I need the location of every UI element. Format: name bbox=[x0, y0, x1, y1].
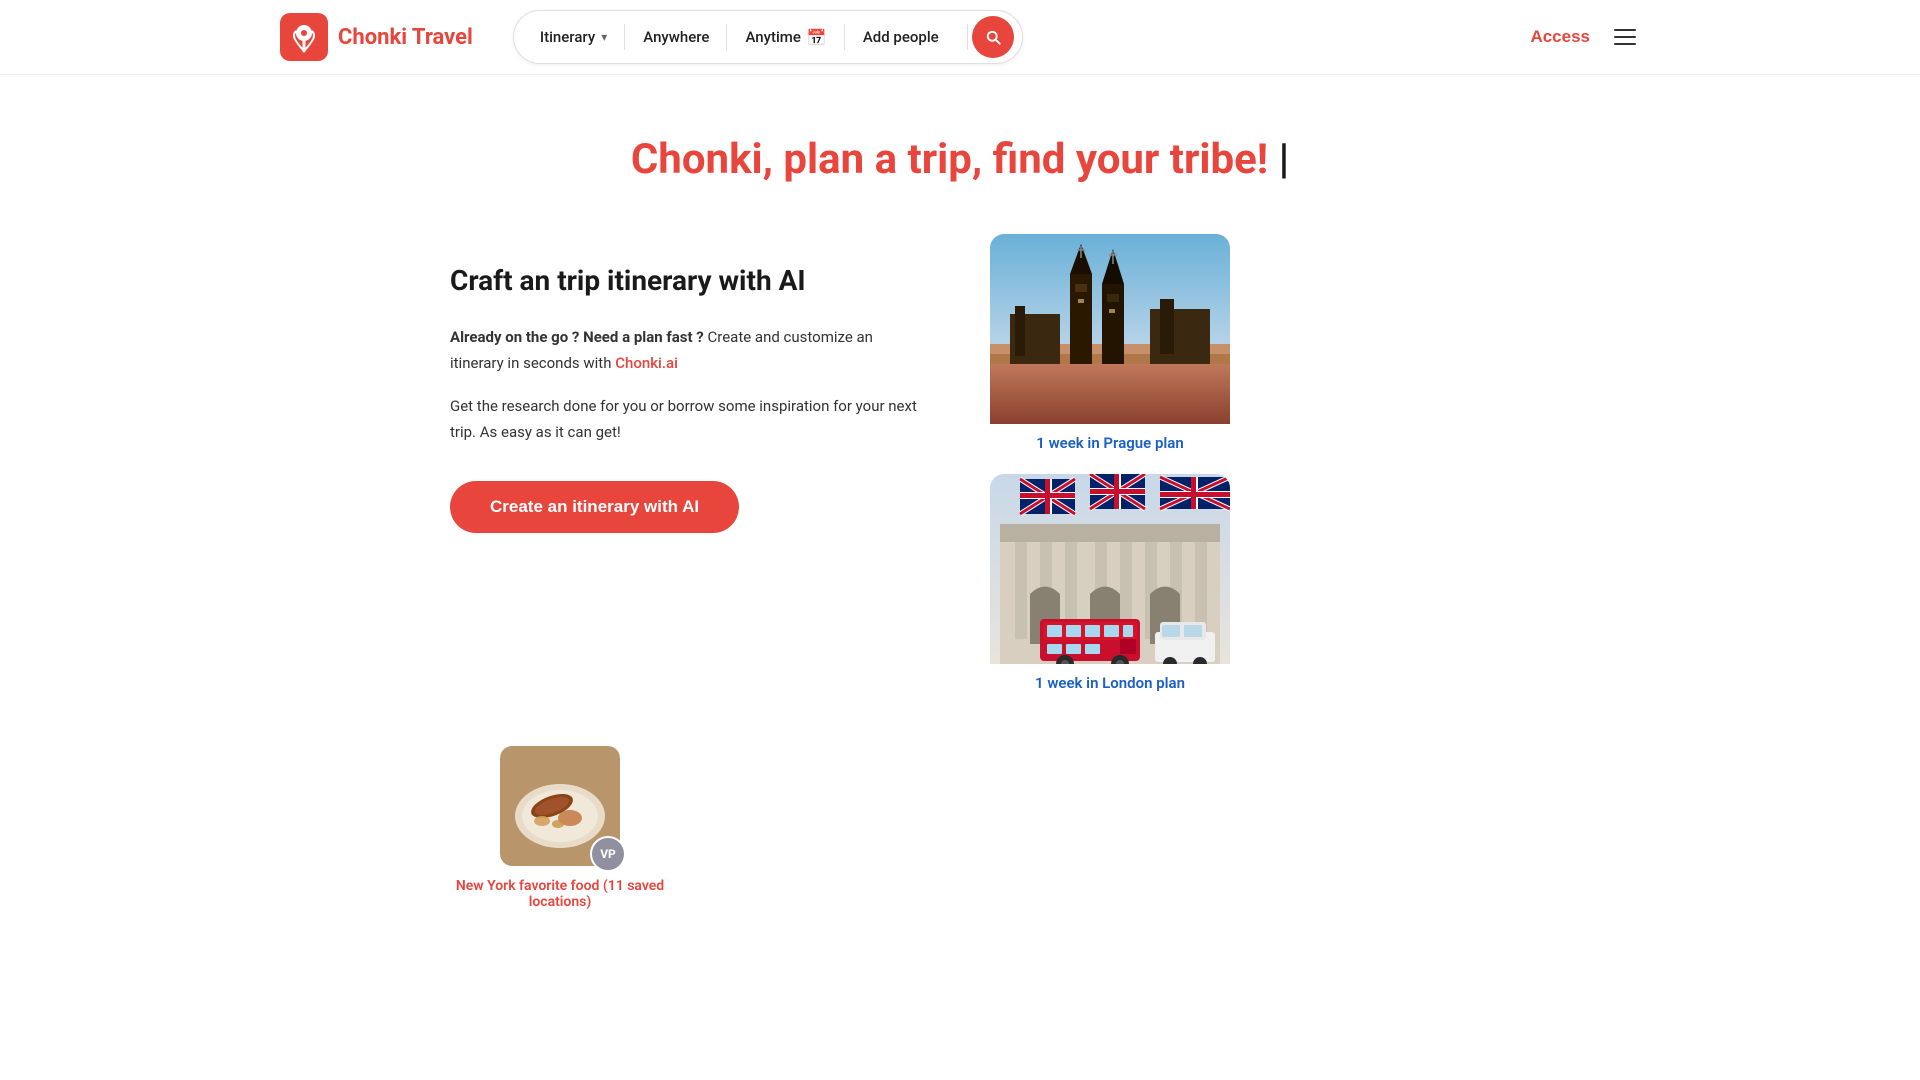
access-button[interactable]: Access bbox=[1530, 27, 1590, 47]
craft-desc-2: Get the research done for you or borrow … bbox=[450, 394, 930, 445]
hero-title-colored: plan a trip, find your tribe! bbox=[783, 135, 1268, 184]
anytime-segment[interactable]: Anytime 📅 bbox=[727, 11, 844, 63]
itinerary-label: Itinerary bbox=[540, 28, 595, 46]
london-label: 1 week in London plan bbox=[990, 664, 1230, 696]
search-icon bbox=[984, 28, 1002, 46]
bottom-section: VP New York favorite food (11 saved loca… bbox=[410, 746, 1510, 910]
menu-line-3 bbox=[1614, 43, 1636, 45]
food-card[interactable]: VP New York favorite food (11 saved loca… bbox=[450, 746, 670, 910]
search-button[interactable] bbox=[972, 16, 1014, 58]
add-people-segment[interactable]: Add people bbox=[845, 11, 968, 63]
prague-card[interactable]: 1 week in Prague plan bbox=[990, 234, 1230, 456]
menu-line-1 bbox=[1614, 29, 1636, 31]
craft-desc-1: Already on the go ? Need a plan fast ? C… bbox=[450, 325, 930, 376]
itinerary-segment[interactable]: Itinerary ▾ bbox=[522, 11, 625, 63]
prague-label: 1 week in Prague plan bbox=[990, 424, 1230, 456]
hero-title-static: Chonki, bbox=[631, 135, 773, 184]
hero-section: Chonki, plan a trip, find your tribe! | bbox=[0, 75, 1920, 204]
search-bar: Itinerary ▾ Anywhere Anytime 📅 Add peopl… bbox=[513, 10, 1023, 64]
hero-cursor: | bbox=[1279, 135, 1290, 184]
anywhere-label: Anywhere bbox=[643, 28, 709, 46]
craft-title: Craft an trip itinerary with AI bbox=[450, 264, 930, 297]
craft-desc-bold: Already on the go ? Need a plan fast ? bbox=[450, 328, 704, 346]
logo-text: Chonki Travel bbox=[338, 25, 473, 50]
create-itinerary-button[interactable]: Create an itinerary with AI bbox=[450, 481, 739, 533]
food-card-image-wrap: VP bbox=[500, 746, 620, 866]
chonki-link[interactable]: Chonki.ai bbox=[615, 354, 678, 372]
header-right: Access bbox=[1530, 25, 1640, 49]
anytime-label: Anytime bbox=[745, 28, 800, 46]
london-image bbox=[990, 474, 1230, 664]
logo-icon bbox=[280, 13, 328, 61]
left-panel: Craft an trip itinerary with AI Already … bbox=[450, 234, 930, 696]
menu-line-2 bbox=[1614, 36, 1636, 38]
main-content: Craft an trip itinerary with AI Already … bbox=[410, 234, 1510, 696]
prague-image bbox=[990, 234, 1230, 424]
hero-title: Chonki, plan a trip, find your tribe! | bbox=[0, 135, 1920, 184]
anywhere-segment[interactable]: Anywhere bbox=[625, 11, 727, 63]
dropdown-icon: ▾ bbox=[601, 30, 607, 44]
right-panel: 1 week in Prague plan bbox=[990, 234, 1230, 696]
london-card[interactable]: 1 week in London plan bbox=[990, 474, 1230, 696]
header: Chonki Travel Itinerary ▾ Anywhere Anyti… bbox=[0, 0, 1920, 75]
food-card-title: New York favorite food (11 saved locatio… bbox=[450, 878, 670, 910]
logo-link[interactable]: Chonki Travel bbox=[280, 13, 473, 61]
author-badge: VP bbox=[590, 836, 626, 872]
add-people-label: Add people bbox=[863, 28, 939, 46]
menu-button[interactable] bbox=[1610, 25, 1640, 49]
calendar-icon: 📅 bbox=[807, 28, 827, 47]
